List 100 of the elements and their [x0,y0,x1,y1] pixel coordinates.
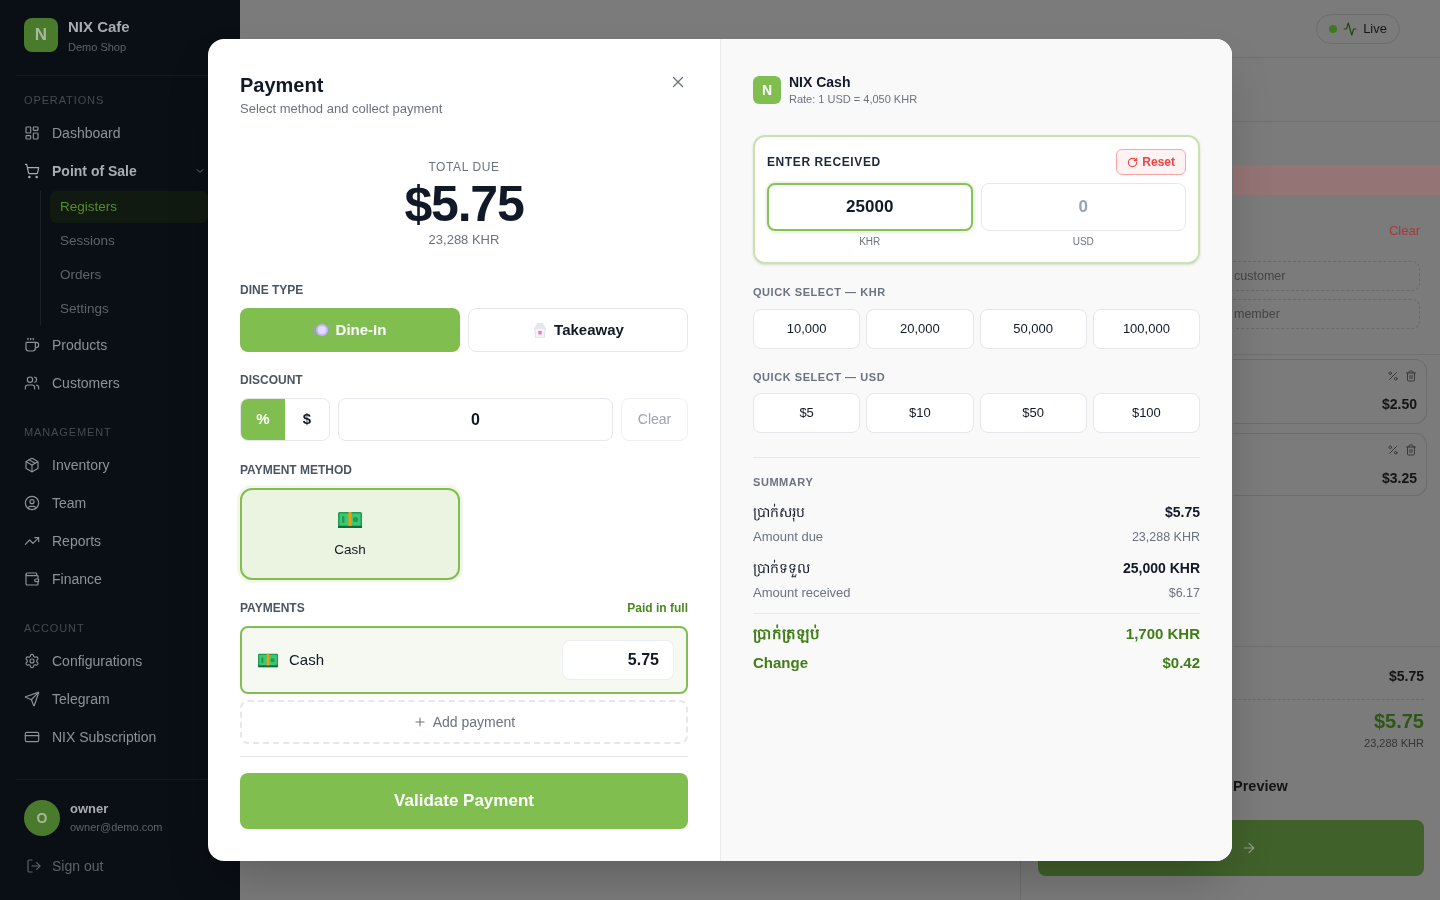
dashboard-icon [24,125,40,141]
nav-item[interactable]: Team [0,485,208,521]
summary-value: $5.75 [1164,502,1200,522]
plate-icon [313,322,330,338]
currency-label: KHR [859,235,881,249]
logout-icon [26,858,42,874]
quick-amount-button[interactable]: 50,000 [979,309,1087,349]
quick-amount-button[interactable]: 20,000 [866,309,974,349]
add-payment-button[interactable]: Add payment [240,700,688,744]
section-label: DINE TYPE [240,282,305,298]
user-avatar: O [24,800,60,836]
nav-item[interactable]: Inventory [0,447,208,483]
reset-button[interactable]: Reset [1116,149,1186,175]
total-due-khr: 23,288 KHR [428,231,500,249]
quick-amount-button[interactable]: $100 [1092,393,1200,433]
subtotal-value: $5.75 [1388,667,1424,686]
section-label: PAYMENTS [240,600,305,616]
takeout-box-icon [532,322,549,338]
khmer-label: ប្រាក់ត្រឡប់ [753,623,820,645]
user-email: owner@demo.com [70,820,163,835]
users-icon [24,375,40,391]
total-due-amount: $5.75 [404,179,524,229]
trash-icon[interactable] [1405,444,1417,456]
section-label: QUICK SELECT — KHR [753,285,887,300]
preview-label: Preview [1233,777,1288,796]
wallet-icon [24,571,40,587]
item-price: $3.25 [1381,469,1417,488]
user-name: owner [70,801,110,817]
credit-card-icon [24,729,40,745]
payment-status: Paid in full [627,600,688,616]
package-icon [24,457,40,473]
cart-icon [24,163,40,179]
nav-item[interactable]: NIX Subscription [0,719,208,755]
cash-icon [258,651,278,669]
section-label: PAYMENT METHOD [240,462,353,478]
summary-subvalue: 23,288 KHR [1131,528,1200,546]
section-heading: MANAGEMENT [23,425,113,440]
trash-icon[interactable] [1405,370,1417,382]
cash-icon [338,511,362,530]
exchange-rate: Rate: 1 USD = 4,050 KHR [789,92,918,106]
nav-item[interactable]: Reports [0,523,208,559]
summary-value: 25,000 KHR [1122,558,1200,578]
total-khr: 23,288 KHR [1364,736,1424,751]
nav-item[interactable]: Customers [0,365,208,401]
brand-subtitle: Demo Shop [68,40,128,55]
nav-item[interactable]: Finance [0,561,208,597]
brand-logo: N [753,76,781,104]
total-due-label: TOTAL DUE [428,159,500,175]
nav-item[interactable]: Point of Sale [0,153,208,189]
nav-item[interactable]: Configurations [0,643,208,679]
nav-subitem[interactable]: Registers [50,191,208,223]
summary-subvalue: $0.42 [1162,652,1200,673]
nav-item[interactable]: Products [0,327,208,363]
payment-method-label: Cash [289,649,325,670]
plus-icon [412,715,427,729]
summary-subvalue: $6.17 [1168,584,1200,602]
rotate-icon [1127,156,1139,168]
brand-name: NIX Cash [789,73,852,92]
nav-subitem[interactable]: Sessions [50,225,208,257]
khmer-label: ប្រាក់ទទួល [753,558,810,579]
summary-label: Amount received [753,584,851,603]
paper-plane-icon [24,691,40,707]
arrow-right-icon [1241,840,1257,856]
dine-type-button[interactable]: Takeaway [468,308,688,352]
nav-subitem[interactable]: Orders [50,259,208,291]
section-heading: OPERATIONS [23,93,106,108]
quick-amount-button[interactable]: 100,000 [1092,309,1200,349]
discount-field[interactable]: 0 [338,398,613,441]
payment-method-card[interactable]: Cash [240,488,460,580]
settings-icon [24,653,40,669]
received-field[interactable]: 0 [980,183,1186,231]
summary-label: Change [753,652,808,673]
nav-subitem[interactable]: Settings [50,293,208,325]
amount-field[interactable]: 5.75 [562,640,674,680]
nav-item[interactable]: Dashboard [0,115,208,151]
percent-icon[interactable] [1387,444,1399,456]
section-label: QUICK SELECT — USD [753,370,887,385]
quick-amount-button[interactable]: $5 [753,393,861,433]
section-label: SUMMARY [753,475,815,490]
currency-label: USD [1072,235,1094,249]
item-price: $2.50 [1381,395,1417,414]
section-heading: ACCOUNT [23,621,86,636]
card-title: ENTER RECEIVED [767,154,881,170]
live-label: Live [1363,19,1387,38]
dialog-subtitle: Select method and collect payment [240,100,443,118]
received-field[interactable]: 25000 [767,183,973,231]
dialog-title: Payment [240,73,325,98]
quick-amount-button[interactable]: $50 [979,393,1087,433]
pulse-icon [1343,21,1358,36]
coffee-cup-icon [24,337,40,353]
nav-item[interactable]: Telegram [0,681,208,717]
sign-out-link[interactable]: Sign out [16,856,240,876]
brand-name: NIX Cafe [68,18,130,36]
percent-icon[interactable] [1387,370,1399,382]
khmer-label: ប្រាក់សរុប [753,502,805,523]
quick-amount-button[interactable]: $10 [866,393,974,433]
user-circle-icon [24,495,40,511]
section-label: DISCOUNT [240,372,304,388]
total-value: $5.75 [1373,709,1424,734]
quick-amount-button[interactable]: 10,000 [753,309,861,349]
